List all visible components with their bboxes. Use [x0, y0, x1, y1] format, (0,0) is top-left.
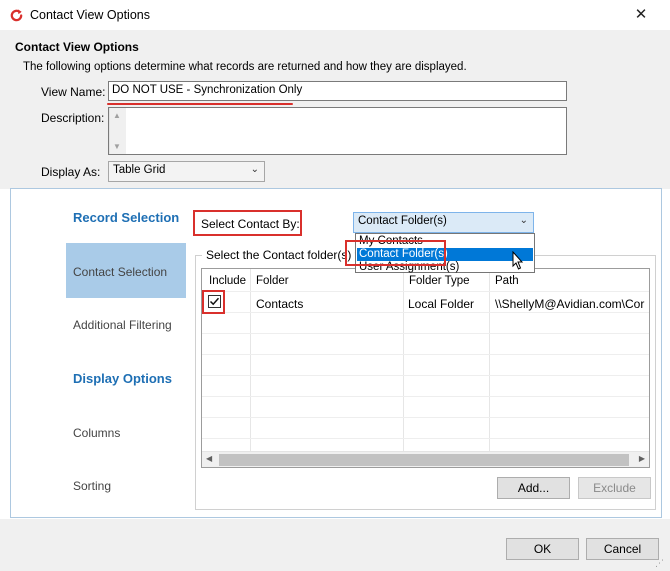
- cell-folder-type: Local Folder: [408, 297, 475, 311]
- resize-grip-icon[interactable]: ⋰: [655, 558, 664, 569]
- section-title: Contact View Options: [15, 40, 139, 54]
- refresh-arrow-icon: [10, 9, 23, 22]
- select-contact-by-value: Contact Folder(s): [358, 215, 447, 227]
- column-divider: [403, 269, 404, 455]
- scrollbar-thumb[interactable]: [219, 454, 629, 466]
- window-title: Contact View Options: [30, 8, 150, 22]
- mouse-pointer-icon: [512, 251, 524, 270]
- nav-item-contact-selection[interactable]: Contact Selection: [73, 265, 167, 279]
- view-name-label: View Name:: [41, 85, 106, 99]
- ok-button[interactable]: OK: [506, 538, 579, 560]
- row-divider: [202, 396, 649, 397]
- row-divider: [202, 417, 649, 418]
- description-scrollbar[interactable]: ▲ ▼: [109, 108, 126, 154]
- column-divider: [250, 269, 251, 455]
- scroll-up-icon[interactable]: ▲: [109, 111, 125, 120]
- nav-item-sorting[interactable]: Sorting: [73, 479, 111, 493]
- annotation-box-dropdown-option: [345, 240, 446, 266]
- column-header-folder[interactable]: Folder: [251, 269, 293, 291]
- scroll-down-icon[interactable]: ▼: [109, 142, 125, 151]
- scroll-left-icon[interactable]: ◀: [206, 454, 212, 463]
- row-divider: [202, 438, 649, 439]
- chevron-down-icon: ⌄: [250, 164, 259, 175]
- row-divider: [202, 375, 649, 376]
- annotation-underline: [107, 103, 293, 105]
- row-divider: [202, 354, 649, 355]
- display-as-select[interactable]: Table Grid ⌄: [108, 161, 265, 182]
- nav-header-display-options: Display Options: [73, 371, 172, 386]
- folder-table: Include Folder Folder Type Path Contacts…: [201, 268, 650, 468]
- select-by-label: Select Contact By:: [201, 217, 300, 231]
- cell-folder: Contacts: [256, 297, 304, 311]
- folder-group-title: Select the Contact folder(s) t: [202, 248, 363, 262]
- close-icon[interactable]: ✕: [626, 4, 656, 26]
- column-header-include[interactable]: Include: [204, 269, 250, 291]
- section-description: The following options determine what rec…: [23, 61, 467, 73]
- nav-item-columns[interactable]: Columns: [73, 426, 120, 440]
- display-as-value: Table Grid: [113, 164, 166, 176]
- add-button[interactable]: Add...: [497, 477, 570, 499]
- row-divider: [202, 333, 649, 334]
- row-divider: [202, 312, 649, 313]
- description-input[interactable]: ▲ ▼: [108, 107, 567, 155]
- nav-header-record-selection: Record Selection: [73, 210, 180, 225]
- view-name-input[interactable]: DO NOT USE - Synchronization Only: [108, 81, 567, 101]
- scroll-right-icon[interactable]: ▶: [639, 454, 645, 463]
- row-divider: [202, 291, 649, 292]
- description-label: Description:: [41, 111, 105, 125]
- column-divider: [489, 269, 490, 455]
- chevron-down-icon: ⌄: [519, 215, 528, 226]
- annotation-box-checkbox: [202, 290, 225, 314]
- table-horizontal-scrollbar[interactable]: ◀ ▶: [202, 451, 649, 467]
- select-contact-by-dropdown[interactable]: Contact Folder(s) ⌄: [353, 212, 534, 233]
- display-as-label: Display As:: [41, 165, 101, 179]
- exclude-button[interactable]: Exclude: [578, 477, 651, 499]
- cancel-button[interactable]: Cancel: [586, 538, 659, 560]
- nav-item-additional-filtering[interactable]: Additional Filtering: [73, 318, 172, 332]
- cell-path: \\ShellyM@Avidian.com\Cor: [495, 297, 645, 311]
